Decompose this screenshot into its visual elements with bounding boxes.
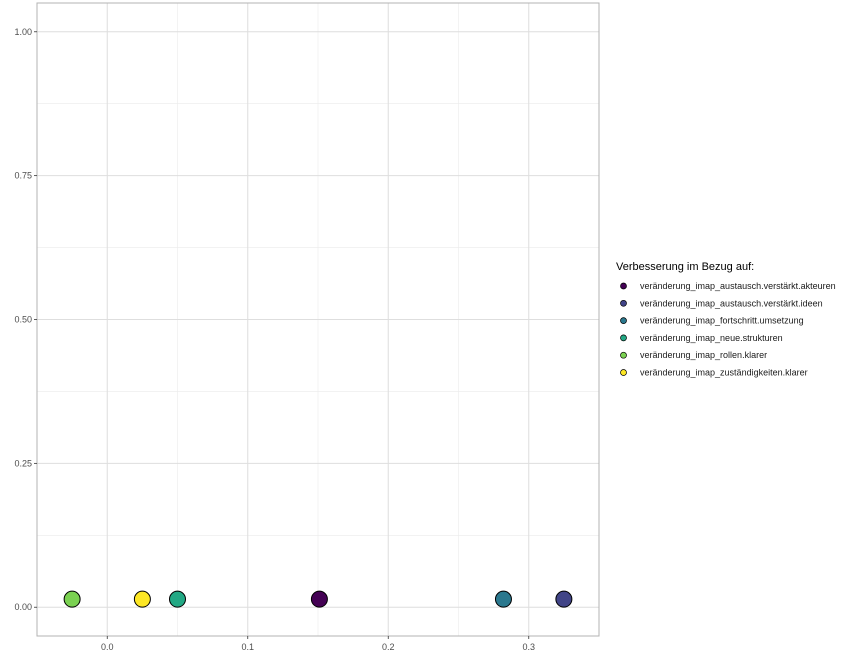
y-axis: 0.00 0.25 0.50 0.75 1.00 (14, 27, 37, 612)
legend-label: veränderung_imap_fortschritt.umsetzung (640, 316, 804, 326)
data-point (63, 590, 81, 608)
x-axis: 0.0 0.1 0.2 0.3 (101, 636, 535, 652)
legend-key (620, 369, 627, 376)
x-tick-label: 0.0 (101, 642, 114, 652)
legend-key (620, 317, 627, 324)
x-tick-label: 0.3 (522, 642, 535, 652)
x-tick-label: 0.1 (241, 642, 254, 652)
x-tick-label: 0.2 (382, 642, 395, 652)
y-tick-label: 0.75 (14, 171, 32, 181)
legend-label: veränderung_imap_rollen.klarer (640, 350, 767, 360)
legend-label: veränderung_imap_austausch.verstärkt.ide… (640, 298, 823, 308)
legend: Verbesserung im Bezug auf: veränderung_i… (616, 261, 836, 378)
legend-label: veränderung_imap_austausch.verstärkt.akt… (640, 281, 836, 291)
data-point (169, 590, 186, 608)
data-point (555, 590, 573, 608)
y-tick-label: 1.00 (14, 27, 32, 37)
y-tick-label: 0.00 (14, 602, 32, 612)
legend-key (620, 351, 627, 359)
y-tick-label: 0.25 (14, 458, 32, 468)
legend-title: Verbesserung im Bezug auf: (616, 261, 754, 273)
data-point (494, 590, 512, 608)
scatter-chart: 0.0 0.1 0.2 0.3 0.00 0.25 0.50 0.75 1.00 Verbes… (14, 2, 836, 652)
data-point (310, 590, 328, 608)
data-point (133, 590, 151, 608)
y-tick-label: 0.50 (14, 315, 32, 325)
legend-label: veränderung_imap_zuständigkeiten.klarer (640, 368, 808, 378)
legend-label: veränderung_imap_neue.strukturen (640, 333, 783, 343)
legend-key (620, 334, 627, 342)
legend-key (620, 299, 627, 307)
legend-key (620, 282, 627, 290)
